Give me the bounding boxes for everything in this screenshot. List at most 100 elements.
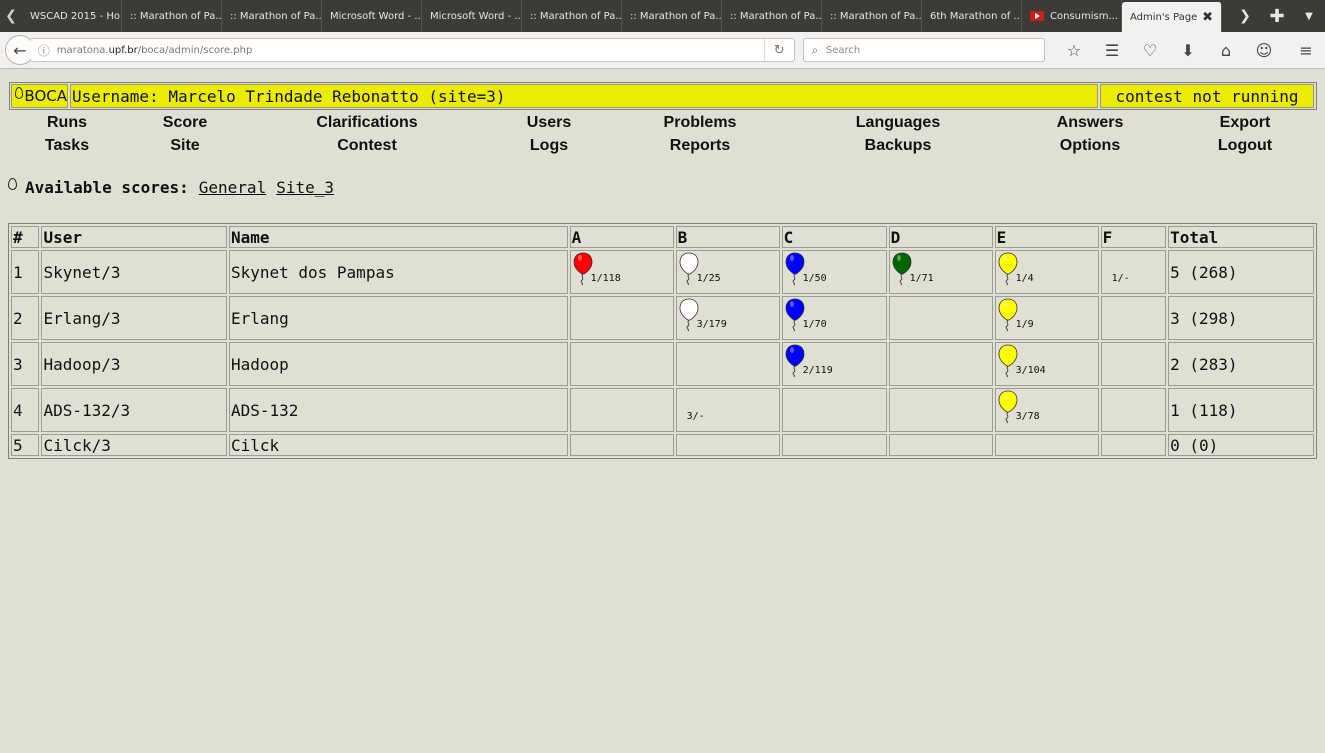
score-table: # User Name A B C D E F Total 1 Skynet/3 Skynet dos…	[8, 223, 1317, 459]
username-label: Username: Marcelo Trindade Rebonatto (si…	[70, 84, 1098, 108]
column-header[interactable]: C	[781, 226, 887, 248]
column-header[interactable]: A	[569, 226, 674, 248]
column-header[interactable]: D	[888, 226, 993, 248]
attempts-time: 3/179	[696, 319, 727, 330]
attempts-time: 2/119	[802, 365, 833, 376]
tab-1[interactable]: :: Marathon of Pa...	[122, 0, 222, 32]
tab-8[interactable]: :: Marathon of Pa...	[822, 0, 922, 32]
tab-list: WSCAD 2015 - Ho...:: Marathon of Pa...::…	[22, 0, 1122, 32]
menu-item-site[interactable]: Site	[170, 137, 199, 155]
menu-item-clarifications[interactable]: Clarifications	[316, 114, 417, 132]
pocket-icon[interactable]: ♡	[1131, 35, 1169, 65]
download-icon[interactable]: ⬇	[1169, 35, 1207, 65]
tab-2[interactable]: :: Marathon of Pa...	[222, 0, 322, 32]
hamburger-menu-icon[interactable]: ≡	[1287, 35, 1325, 65]
info-icon[interactable]: ⓘ	[31, 42, 57, 59]
table-row: 1 Skynet/3 Skynet dos Pampas 1/118 1/25 1/50 1…	[11, 250, 1314, 294]
tab-4[interactable]: Microsoft Word - ...	[422, 0, 522, 32]
balloon-icon	[892, 252, 911, 286]
tab-scroll-right-icon[interactable]: ❯	[1229, 0, 1261, 32]
balloon-result: 1/9	[997, 297, 1097, 335]
tab-label: :: Marathon of Pa...	[630, 10, 722, 22]
menu-item-logs[interactable]: Logs	[530, 137, 568, 155]
column-header[interactable]: B	[675, 226, 780, 248]
menu-item-export[interactable]: Export	[1220, 114, 1271, 132]
problem-cell-f	[1100, 342, 1167, 386]
attempts-time: 1/25	[696, 273, 721, 284]
home-icon[interactable]: ⌂	[1207, 35, 1245, 65]
balloon-icon	[998, 390, 1017, 424]
tab-scroll-left-icon[interactable]: ❮	[0, 0, 22, 32]
url-text[interactable]: maratona.upf.br/boca/admin/score.php	[57, 45, 764, 56]
menu-item-answers[interactable]: Answers	[1057, 114, 1124, 132]
balloon-icon	[15, 87, 24, 99]
search-input[interactable]: ⌕ Search	[802, 38, 1045, 62]
menu-item-tasks[interactable]: Tasks	[45, 137, 89, 155]
problem-cell-f: 1/-	[1100, 250, 1167, 294]
menu-item-contest[interactable]: Contest	[337, 137, 397, 155]
column-header[interactable]: Total	[1168, 226, 1314, 248]
tab-list-dropdown-icon[interactable]: ▼	[1293, 0, 1325, 32]
tab-5[interactable]: :: Marathon of Pa...	[522, 0, 622, 32]
problem-cell-c	[781, 434, 887, 456]
balloon-icon	[679, 252, 699, 286]
score-link-site[interactable]: Site_3	[276, 178, 334, 197]
name-cell: Skynet dos Pampas	[228, 250, 568, 294]
attempts-time: 3/-	[686, 410, 705, 422]
tab-active[interactable]: Admin's Page ✖	[1122, 2, 1222, 32]
menu-item-users[interactable]: Users	[527, 114, 571, 132]
rank-cell: 2	[11, 296, 40, 340]
column-header[interactable]: Name	[228, 226, 568, 248]
attempts-time: 1/70	[802, 319, 827, 330]
menu-row-2: Tasks Site Contest Logs Reports Backups Option…	[8, 137, 1318, 160]
problem-cell-d	[888, 342, 993, 386]
attempts-time: 3/78	[1015, 411, 1040, 422]
new-tab-icon[interactable]: ✚	[1261, 0, 1293, 32]
balloon-icon	[998, 298, 1017, 332]
rank-cell: 1	[11, 250, 40, 294]
tab-label: :: Marathon of Pa...	[830, 10, 922, 22]
tab-10[interactable]: Consumism...	[1022, 0, 1122, 32]
column-header[interactable]: User	[41, 226, 227, 248]
balloon-result: 3/78	[997, 389, 1097, 427]
problem-cell-c: 1/70	[781, 296, 887, 340]
menu-item-options[interactable]: Options	[1060, 137, 1120, 155]
reload-icon[interactable]: ↻	[763, 39, 794, 61]
column-header[interactable]: F	[1100, 226, 1167, 248]
column-header[interactable]: #	[11, 226, 40, 248]
tab-9[interactable]: 6th Marathon of ...	[922, 0, 1022, 32]
url-bar[interactable]: ⓘ maratona.upf.br/boca/admin/score.php ↻	[30, 38, 795, 62]
tab-7[interactable]: :: Marathon of Pa...	[722, 0, 822, 32]
problem-cell-d	[888, 296, 993, 340]
menu-item-languages[interactable]: Languages	[856, 114, 940, 132]
menu-item-problems[interactable]: Problems	[664, 114, 737, 132]
column-header[interactable]: E	[994, 226, 1099, 248]
problem-cell-c: 1/50	[781, 250, 887, 294]
menu-item-logout[interactable]: Logout	[1218, 137, 1272, 155]
tab-close-icon[interactable]: ✖	[1202, 10, 1213, 25]
problem-cell-a	[569, 296, 674, 340]
attempts-time: 1/118	[590, 273, 621, 284]
search-icon: ⌕	[811, 42, 819, 57]
score-link-general[interactable]: General	[199, 178, 266, 197]
balloon-icon	[785, 298, 805, 332]
menu-item-backups[interactable]: Backups	[865, 137, 932, 155]
rank-cell: 4	[11, 388, 40, 432]
boca-logo[interactable]: BOCA	[11, 84, 68, 108]
problem-cell-c: 2/119	[781, 342, 887, 386]
reading-list-icon[interactable]: ☰	[1093, 35, 1131, 65]
tab-label: :: Marathon of Pa...	[530, 10, 622, 22]
bookmark-star-icon[interactable]: ☆	[1055, 35, 1093, 65]
menu-item-score[interactable]: Score	[163, 114, 207, 132]
menu-item-runs[interactable]: Runs	[47, 114, 87, 132]
tab-6[interactable]: :: Marathon of Pa...	[622, 0, 722, 32]
table-row: 5 Cilck/3 Cilck 0 (0)	[11, 434, 1314, 456]
attempts-time: 1/4	[1015, 273, 1034, 284]
chat-icon[interactable]: ☺	[1245, 35, 1283, 65]
tab-0[interactable]: WSCAD 2015 - Ho...	[22, 0, 122, 32]
balloon-result: 1/71	[891, 251, 991, 289]
menu-item-reports[interactable]: Reports	[670, 137, 730, 155]
problem-cell-e: 1/4	[994, 250, 1099, 294]
balloon-result: 1/50	[784, 251, 884, 289]
tab-3[interactable]: Microsoft Word - ...	[322, 0, 422, 32]
